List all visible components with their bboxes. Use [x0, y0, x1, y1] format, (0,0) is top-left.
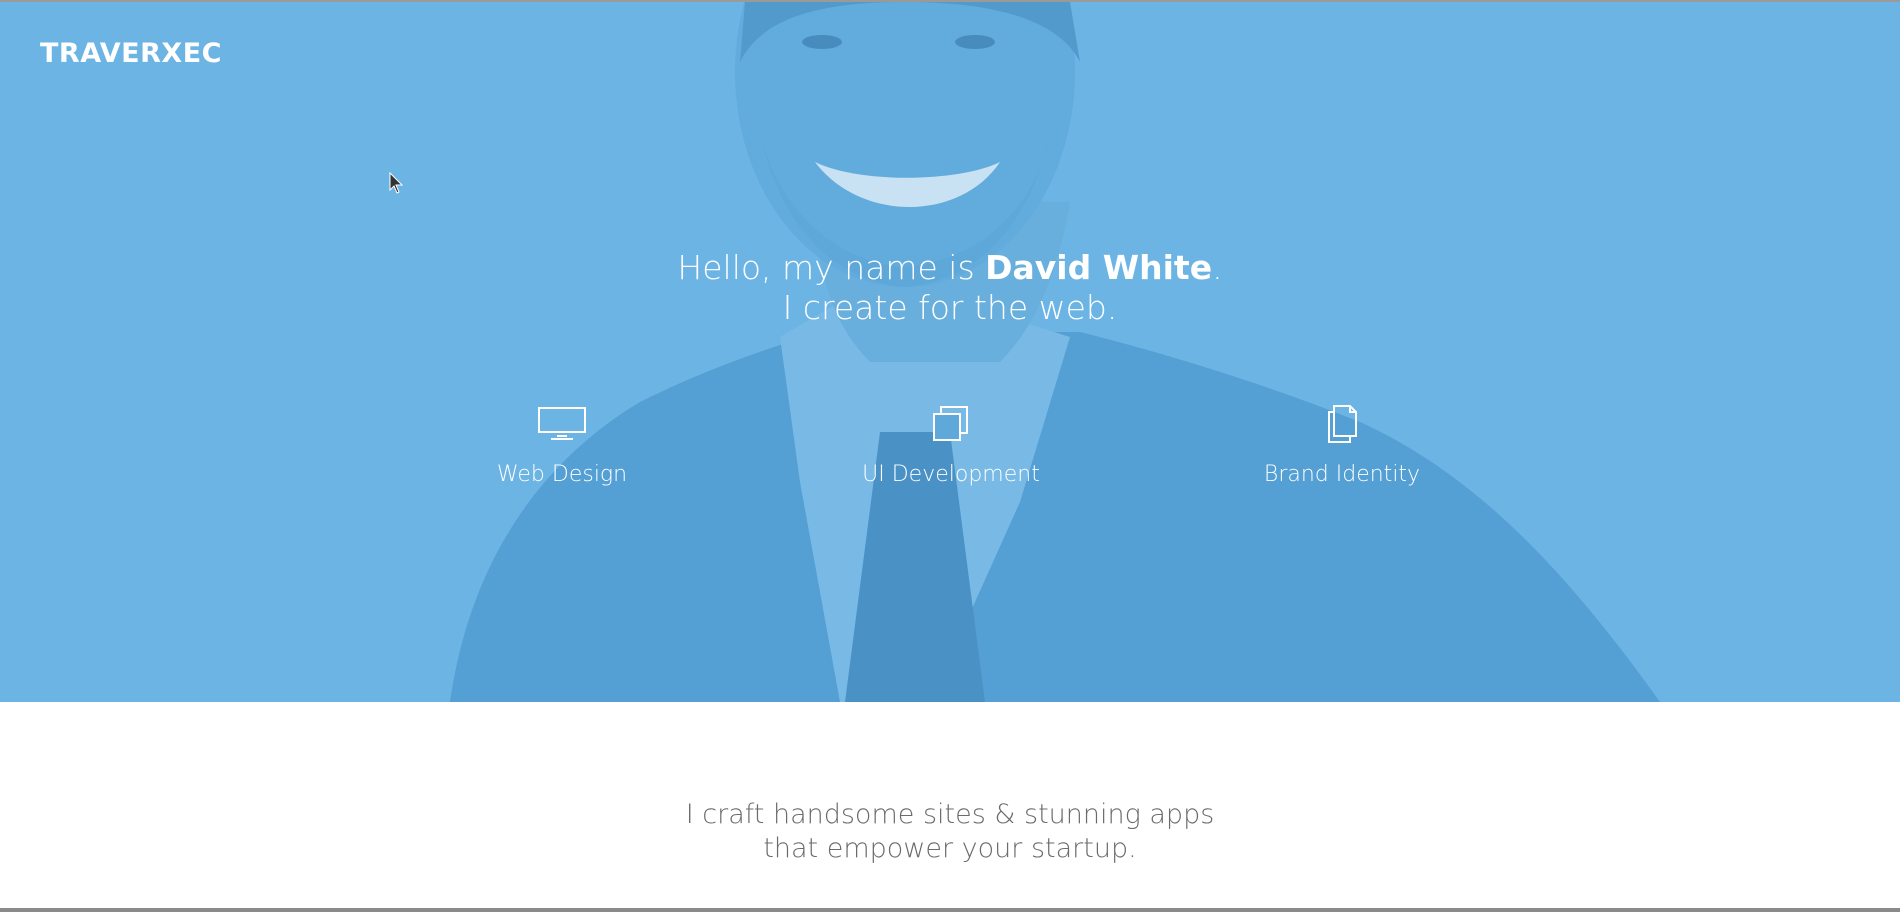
mouse-cursor-icon — [389, 172, 404, 194]
hero-name: David White — [985, 248, 1213, 287]
service-brand-identity[interactable]: Brand Identity — [1222, 404, 1462, 487]
service-label: Web Design — [496, 462, 628, 487]
page: TRAVERXEC Hello, my name is David White.… — [0, 0, 1900, 912]
layers-icon — [933, 406, 968, 441]
hero-background-photo — [0, 2, 1900, 702]
hero-subline: I create for the web. — [782, 288, 1118, 327]
service-ui-development[interactable]: UI Development — [831, 404, 1071, 487]
hero-headline: Hello, my name is David White. I create … — [0, 248, 1900, 328]
intro-line-1: I craft handsome sites & stunning apps — [685, 799, 1215, 830]
hero-section: TRAVERXEC Hello, my name is David White.… — [0, 2, 1900, 702]
service-label: Brand Identity — [1263, 462, 1421, 487]
window-bottom-border — [0, 908, 1900, 912]
intro-line-2: that empower your startup. — [763, 833, 1137, 864]
hero-greeting: Hello, my name is — [677, 248, 986, 287]
service-web-design[interactable]: Web Design — [442, 404, 682, 487]
intro-section: I craft handsome sites & stunning apps t… — [0, 798, 1900, 866]
hero-greeting-line: Hello, my name is David White. — [0, 248, 1900, 288]
site-logo[interactable]: TRAVERXEC — [40, 38, 222, 69]
hero-greeting-end: . — [1212, 248, 1223, 287]
services-row: Web Design UI Development Brand Identity — [0, 404, 1900, 504]
document-icon — [1328, 405, 1357, 443]
service-label: UI Development — [862, 462, 1040, 487]
monitor-icon — [538, 407, 586, 440]
